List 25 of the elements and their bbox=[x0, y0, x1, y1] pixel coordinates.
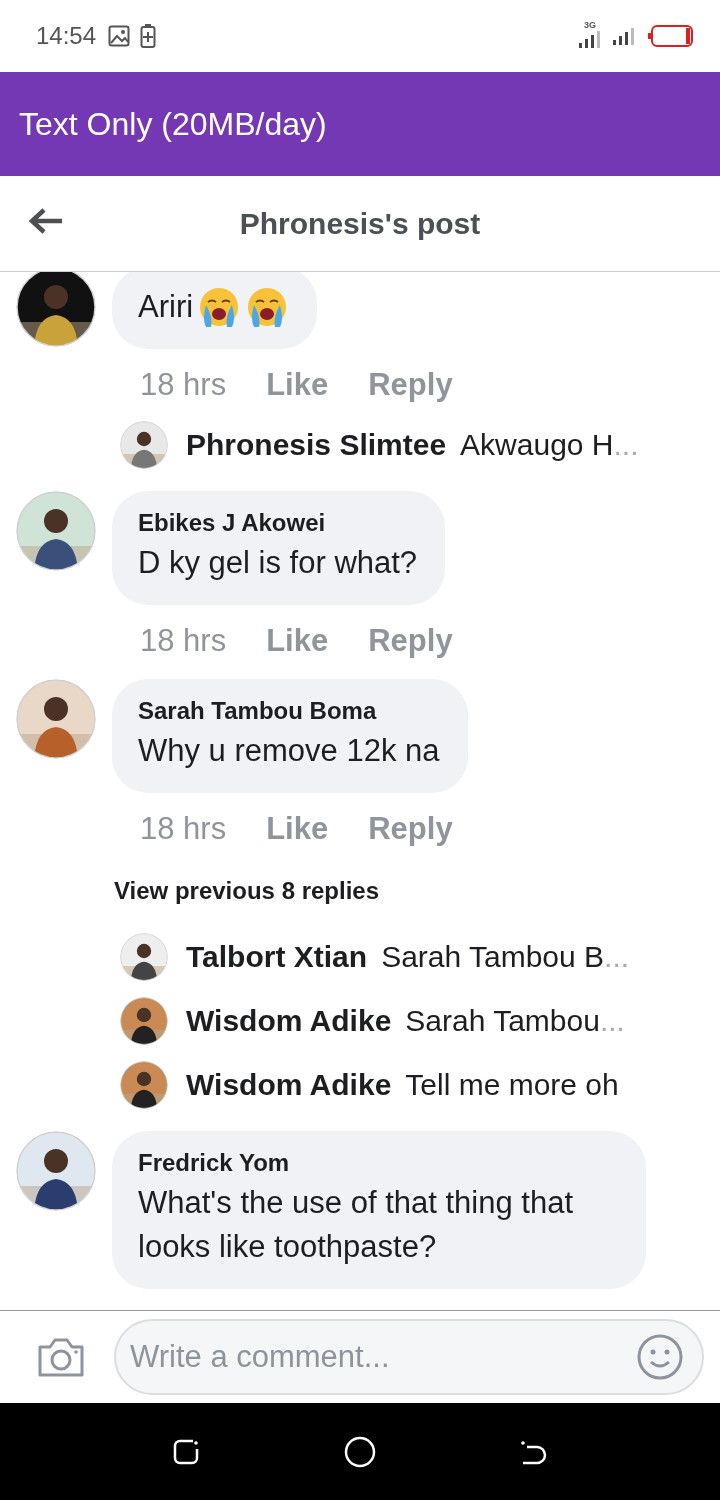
reply-preview[interactable]: Talbort Xtian Sarah Tambou B... bbox=[186, 940, 630, 974]
timestamp: 18 hrs bbox=[140, 623, 227, 659]
data-mode-title: Text Only (20MB/day) bbox=[19, 105, 327, 143]
timestamp: 18 hrs bbox=[140, 811, 227, 847]
view-replies-link[interactable]: View previous 8 replies bbox=[114, 877, 380, 905]
reply-preview[interactable]: Phronesis Slimtee Akwaugo H... bbox=[186, 428, 639, 462]
comment-text: Ariri bbox=[138, 288, 194, 326]
comment-text: What's the use of that thing that looks like toothpaste? bbox=[138, 1184, 574, 1266]
comment-input-field[interactable]: Write a comment... bbox=[114, 1319, 704, 1395]
battery-low-icon bbox=[648, 24, 694, 48]
clock: 14:54 bbox=[36, 22, 97, 50]
comment-text: Why u remove 12k na bbox=[138, 732, 440, 770]
network-type-label: 3G bbox=[584, 20, 596, 30]
author-name[interactable]: Sarah Tambou Boma bbox=[138, 697, 440, 725]
reply-preview[interactable]: Wisdom Adike Sarah Tambou... bbox=[186, 1004, 625, 1038]
reply-preview[interactable]: Wisdom Adike Tell me more oh bbox=[186, 1068, 619, 1102]
emoji-icon[interactable] bbox=[636, 1333, 684, 1381]
home-icon[interactable] bbox=[344, 1435, 376, 1468]
author-name[interactable]: Ebikes J Akowei bbox=[138, 509, 418, 537]
battery-saver-icon bbox=[140, 23, 157, 49]
post-title: Phronesis's post bbox=[239, 206, 481, 241]
author-name[interactable]: Fredrick Yom bbox=[138, 1149, 618, 1177]
comment-text: D ky gel is for what? bbox=[138, 544, 418, 582]
timestamp: 18 hrs bbox=[140, 367, 227, 403]
image-icon bbox=[108, 25, 131, 47]
